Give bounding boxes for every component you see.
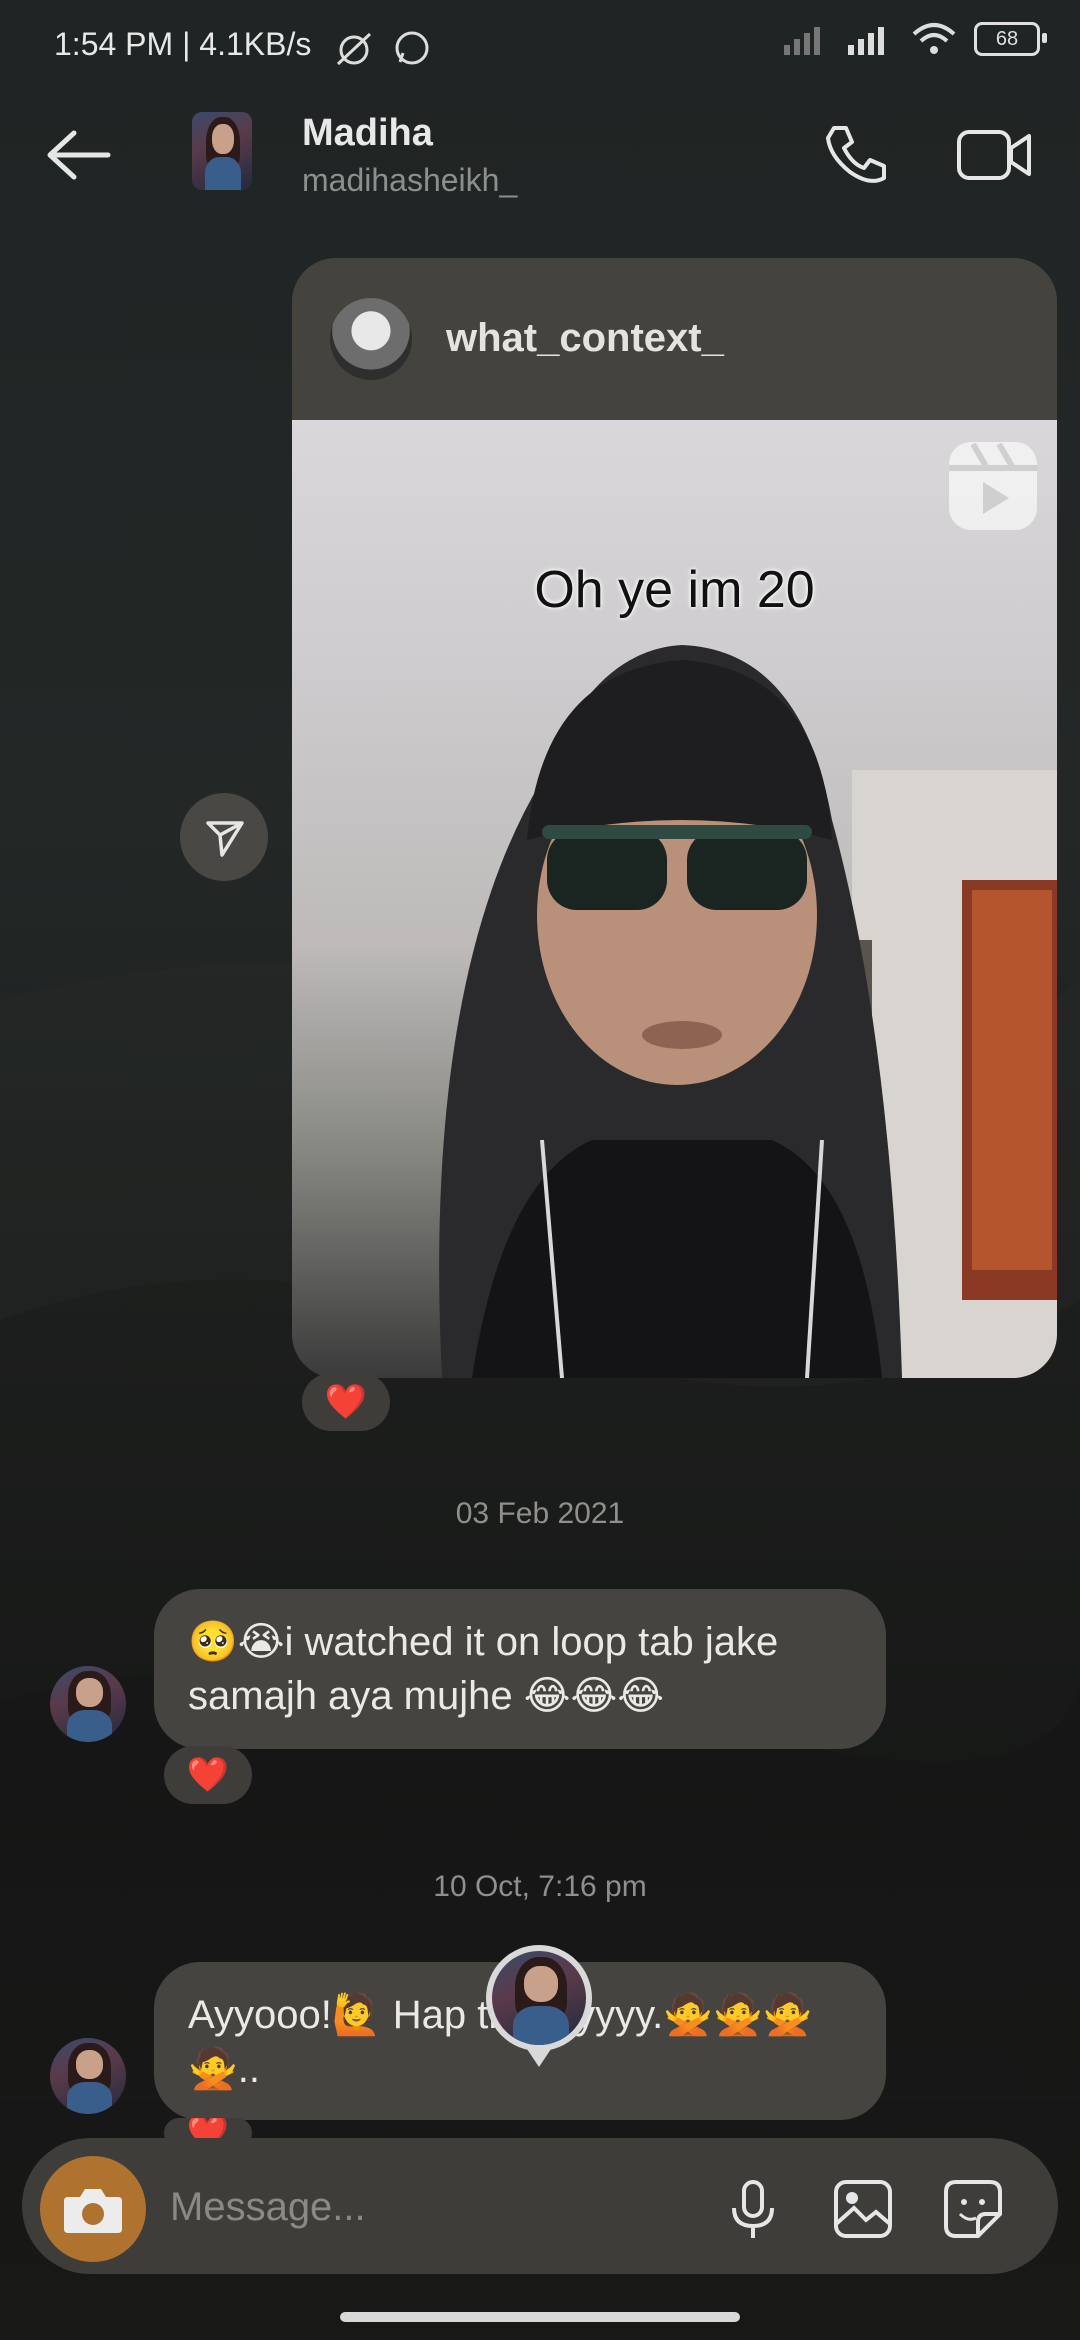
wifi-icon [912, 23, 956, 54]
whatsapp-icon [395, 31, 429, 65]
reel-video[interactable]: Oh ye im 20 [292, 420, 1057, 1378]
sender-avatar[interactable] [50, 1666, 126, 1742]
active-user-bubble[interactable] [486, 1945, 592, 2067]
post-author-username[interactable]: what_context_ [446, 316, 724, 361]
chat-header: Madiha madihasheikh_ [0, 100, 1080, 220]
battery-level: 68 [995, 27, 1019, 50]
message-bubble[interactable]: 🥺😭i watched it on loop tab jake samajh a… [154, 1589, 886, 1749]
reel-caption: Oh ye im 20 [534, 561, 815, 619]
microphone-icon[interactable] [722, 2178, 784, 2240]
post-heart-reaction[interactable]: ❤️ [302, 1373, 390, 1431]
alarm-off-icon [336, 32, 372, 66]
camera-button[interactable] [40, 2156, 146, 2262]
back-arrow-icon[interactable] [38, 125, 118, 185]
sticker-icon[interactable] [942, 2178, 1004, 2240]
reels-icon[interactable] [943, 436, 1043, 536]
message-heart-reaction[interactable]: ❤️ [164, 1746, 252, 1804]
date-separator: 03 Feb 2021 [455, 1497, 625, 1530]
battery-indicator: 68 [974, 22, 1047, 56]
gallery-icon[interactable] [832, 2178, 894, 2240]
status-bar: 1:54 PM | 4.1KB/s 68 [0, 0, 1080, 96]
shared-reel-card[interactable]: what_context_ Oh ye im 20 [292, 258, 1057, 1378]
sender-avatar[interactable] [50, 2038, 126, 2114]
status-time-speed: 1:54 PM | 4.1KB/s [54, 26, 312, 62]
message-composer [22, 2138, 1058, 2274]
post-header[interactable]: what_context_ [292, 258, 1057, 420]
share-post-button[interactable] [180, 793, 268, 881]
status-icons: 68 [784, 22, 1047, 56]
post-author-avatar[interactable] [330, 298, 412, 380]
message-input[interactable] [168, 2178, 692, 2236]
signal-icon [848, 27, 884, 55]
home-indicator[interactable] [340, 2312, 740, 2322]
contact-avatar[interactable] [192, 112, 252, 190]
camera-icon [64, 2189, 122, 2233]
signal-weak-icon [784, 27, 820, 55]
phone-call-icon[interactable] [820, 120, 890, 190]
contact-name[interactable]: Madiha [302, 112, 433, 155]
contact-username[interactable]: madihasheikh_ [302, 162, 517, 199]
date-separator: 10 Oct, 7:16 pm [433, 1870, 647, 1903]
send-icon [206, 821, 244, 857]
video-call-icon[interactable] [955, 120, 1035, 190]
